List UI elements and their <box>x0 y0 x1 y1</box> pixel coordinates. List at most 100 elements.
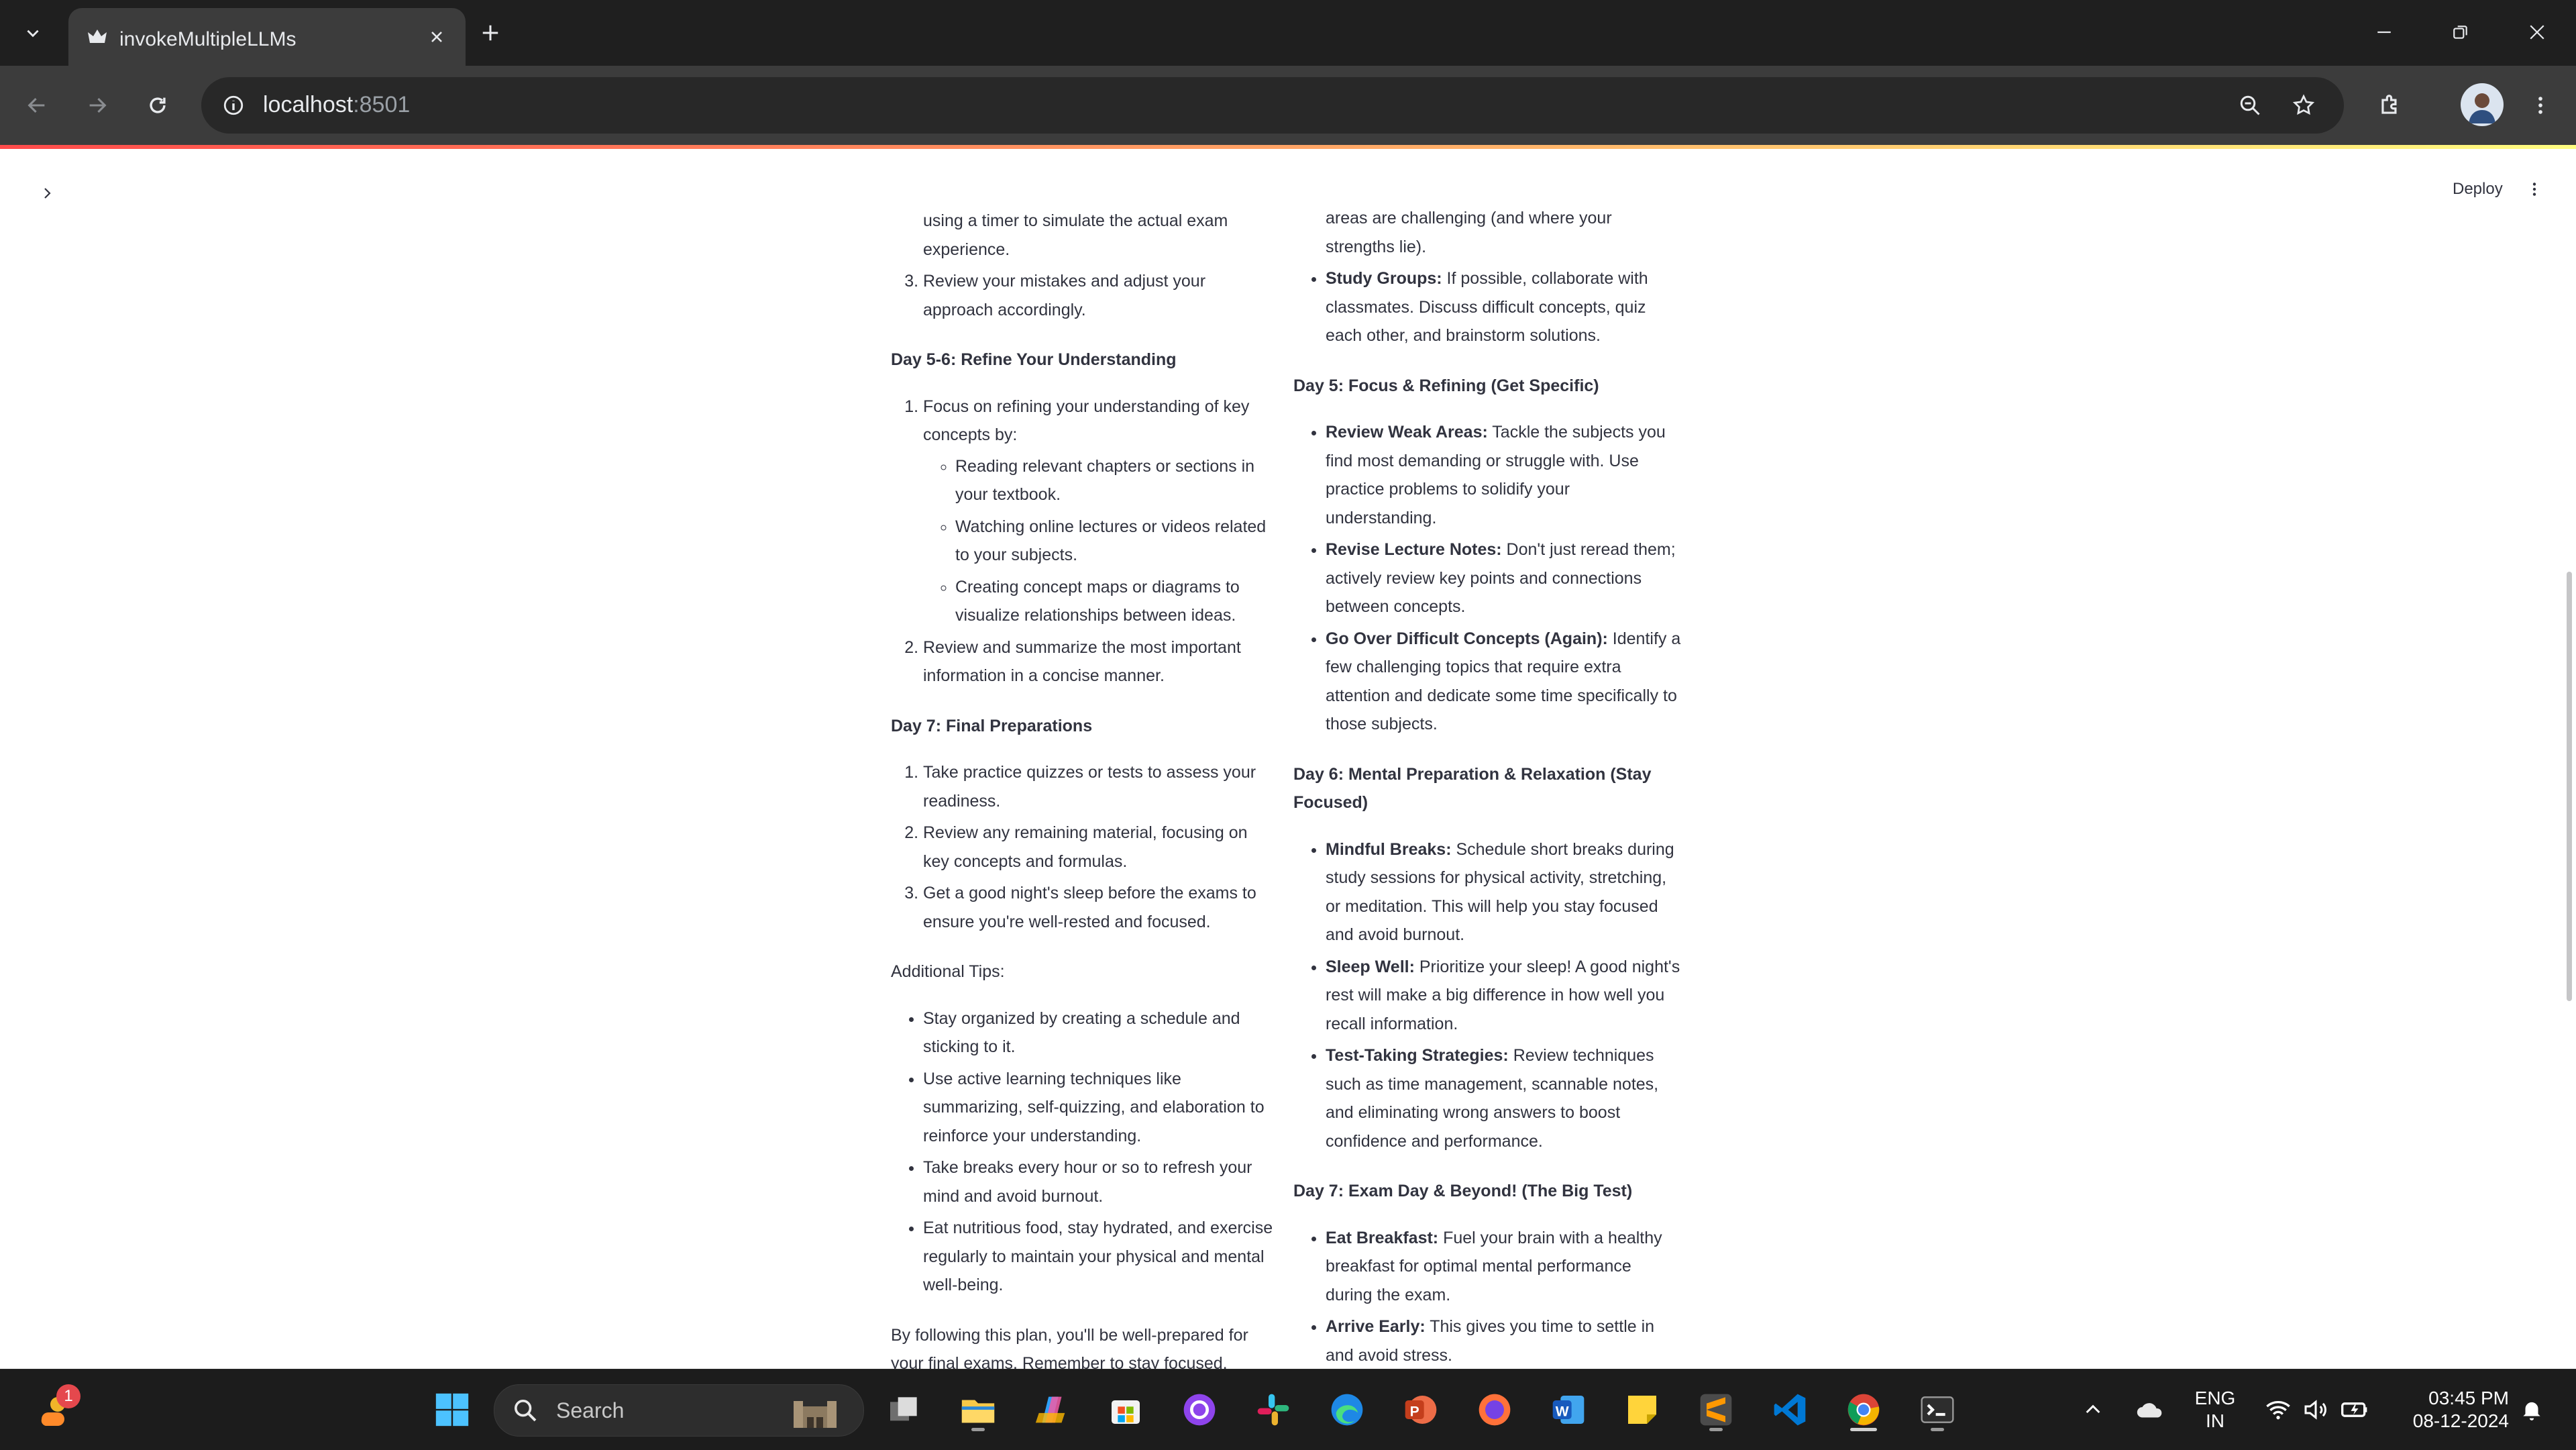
onedrive-cloud-icon[interactable] <box>2127 1384 2174 1435</box>
page-scrollbar-thumb[interactable] <box>2567 572 2572 1001</box>
svg-text:P: P <box>1410 1404 1419 1419</box>
new-tab-plus-icon[interactable] <box>474 16 507 50</box>
url-host: localhost <box>263 92 354 117</box>
list-item: Test-Taking Strategies: Review technique… <box>1326 1041 1682 1155</box>
list-item-label: Go Over Difficult Concepts (Again): <box>1326 629 1608 648</box>
widgets-weather-icon[interactable]: 1 <box>28 1384 80 1435</box>
browser-toolbar: localhost:8501 <box>0 66 2576 145</box>
streamlit-page: Deploy using a timer to simulate the act… <box>0 145 2576 1369</box>
list-item-label: Sleep Well: <box>1326 957 1415 976</box>
notification-badge: 1 <box>56 1384 80 1408</box>
bullet-list: Mindful Breaks: Schedule short breaks du… <box>1293 835 1682 1156</box>
notification-bell-icon[interactable] <box>2512 1384 2552 1435</box>
list-item: Take breaks every hour or so to refresh … <box>923 1153 1275 1210</box>
music-app-icon[interactable] <box>1174 1384 1225 1435</box>
close-tab-icon[interactable] <box>423 23 451 51</box>
copilot-icon[interactable] <box>1026 1384 1077 1435</box>
clock-time: 03:45 PM <box>2428 1388 2509 1408</box>
zoom-magnifier-icon[interactable] <box>2234 89 2266 121</box>
back-arrow-icon[interactable] <box>16 85 58 126</box>
bookmark-star-icon[interactable] <box>2288 89 2320 121</box>
list-item: Watching online lectures or videos relat… <box>955 513 1275 570</box>
list-item-text: Focus on refining your understanding of … <box>923 397 1250 445</box>
word-icon[interactable]: W <box>1543 1384 1594 1435</box>
taskbar-search-box[interactable]: Search <box>494 1384 864 1437</box>
chrome-icon[interactable] <box>1838 1384 1889 1435</box>
profile-avatar[interactable] <box>2461 83 2504 126</box>
browser-tab[interactable]: invokeMultipleLLMs <box>68 8 466 66</box>
list-item-label: Eat Breakfast: <box>1326 1228 1439 1247</box>
slack-icon[interactable] <box>1248 1384 1299 1435</box>
active-indicator <box>1850 1428 1877 1431</box>
site-info-icon[interactable] <box>217 89 250 121</box>
extensions-puzzle-icon[interactable] <box>2369 85 2411 126</box>
section-heading: Day 5-6: Refine Your Understanding <box>891 350 1177 369</box>
search-placeholder: Search <box>556 1398 625 1422</box>
expand-sidebar-chevron-icon[interactable] <box>32 178 62 208</box>
edge-browser-icon[interactable] <box>1322 1384 1373 1435</box>
minimize-icon[interactable] <box>2364 15 2404 50</box>
sublime-text-icon[interactable] <box>1690 1384 1741 1435</box>
close-window-icon[interactable] <box>2517 15 2557 50</box>
section-heading: Day 7: Final Preparations <box>891 716 1093 735</box>
list-item-label: Arrive Early: <box>1326 1317 1426 1336</box>
deploy-button[interactable]: Deploy <box>2446 174 2510 204</box>
bullet-list: Stay organized by creating a schedule an… <box>891 1004 1275 1300</box>
sub-list: Reading relevant chapters or sections in… <box>923 452 1275 630</box>
browser-menu-kebab-icon[interactable] <box>2520 85 2561 126</box>
volume-icon[interactable] <box>2298 1384 2333 1435</box>
running-indicator <box>1709 1428 1723 1431</box>
search-highlight-cathedral-icon <box>787 1392 847 1429</box>
vscode-icon[interactable] <box>1764 1384 1815 1435</box>
list-item: Mindful Breaks: Schedule short breaks du… <box>1326 835 1682 949</box>
list-item: Eat Breakfast: Fuel your brain with a he… <box>1326 1224 1682 1310</box>
show-hidden-icons-chevron-icon[interactable] <box>2073 1384 2113 1435</box>
task-view-icon[interactable] <box>879 1384 930 1435</box>
bullet-list: Study Groups: If possible, collaborate w… <box>1293 264 1682 350</box>
wifi-icon[interactable] <box>2261 1384 2296 1435</box>
list-item: Review Weak Areas: Tackle the subjects y… <box>1326 418 1682 532</box>
list-item: Take practice quizzes or tests to assess… <box>923 758 1275 815</box>
tab-search-chevron-icon[interactable] <box>16 16 50 50</box>
continued-text: using a timer to simulate the actual exa… <box>923 211 1228 230</box>
language-code: ENG <box>2194 1388 2236 1408</box>
tab-title: invokeMultipleLLMs <box>119 28 297 50</box>
battery-charging-icon[interactable] <box>2336 1384 2373 1435</box>
main-menu-kebab-icon[interactable] <box>2520 174 2549 204</box>
browser-tab-strip: invokeMultipleLLMs <box>0 0 2576 66</box>
forward-arrow-icon[interactable] <box>76 85 118 126</box>
address-bar[interactable]: localhost:8501 <box>201 77 2344 134</box>
list-item: Sleep Well: Prioritize your sleep! A goo… <box>1326 953 1682 1039</box>
terminal-icon[interactable] <box>1912 1384 1963 1435</box>
url-text: localhost:8501 <box>263 92 410 118</box>
numbered-list: Take practice quizzes or tests to assess… <box>891 758 1275 936</box>
continued-text: areas are challenging (and where your <box>1326 209 1612 227</box>
list-item: Go Over Difficult Concepts (Again): Iden… <box>1326 625 1682 739</box>
language-indicator[interactable]: ENG IN <box>2188 1387 2242 1433</box>
clock-date: 08-12-2024 <box>2412 1410 2509 1431</box>
section-heading: Day 6: Mental Preparation & Relaxation (… <box>1293 764 1652 813</box>
reload-icon[interactable] <box>137 85 178 126</box>
list-item: Focus on refining your understanding of … <box>923 393 1275 630</box>
firefox-icon[interactable] <box>1469 1384 1520 1435</box>
list-item: Reading relevant chapters or sections in… <box>955 452 1275 509</box>
list-item: Arrive Early: This gives you time to set… <box>1326 1312 1682 1369</box>
list-item-label: Test-Taking Strategies: <box>1326 1046 1509 1065</box>
llm-response-left-column: using a timer to simulate the actual exa… <box>891 207 1275 1369</box>
powerpoint-icon[interactable]: P <box>1395 1384 1446 1435</box>
file-explorer-icon[interactable] <box>953 1384 1004 1435</box>
list-item: Eat nutritious food, stay hydrated, and … <box>923 1214 1275 1300</box>
continued-text: experience. <box>923 240 1010 259</box>
list-item: Review and summarize the most important … <box>923 633 1275 690</box>
sticky-notes-icon[interactable] <box>1617 1384 1668 1435</box>
list-item: Revise Lecture Notes: Don't just reread … <box>1326 535 1682 621</box>
bullet-list: Eat Breakfast: Fuel your brain with a he… <box>1293 1224 1682 1369</box>
list-item: Creating concept maps or diagrams to vis… <box>955 573 1275 630</box>
clock[interactable]: 03:45 PM 08-12-2024 <box>2388 1387 2509 1433</box>
restore-icon[interactable] <box>2440 15 2481 50</box>
list-item: Review your mistakes and adjust your app… <box>923 267 1275 324</box>
list-item: Stay organized by creating a schedule an… <box>923 1004 1275 1061</box>
microsoft-store-icon[interactable] <box>1100 1384 1151 1435</box>
list-item: Study Groups: If possible, collaborate w… <box>1326 264 1682 350</box>
windows-start-icon[interactable] <box>427 1384 478 1435</box>
